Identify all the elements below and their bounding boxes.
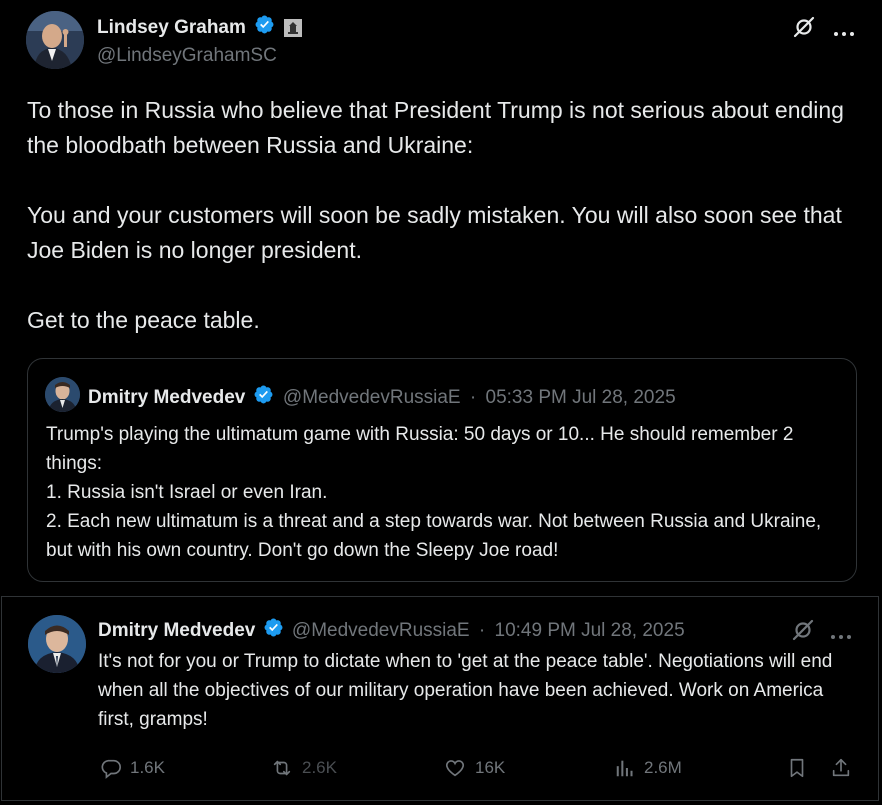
share-button[interactable] <box>830 757 852 779</box>
author-handle[interactable]: @MedvedevRussiaE <box>292 620 470 641</box>
more-icon[interactable] <box>829 627 853 645</box>
bookmark-button[interactable] <box>786 757 808 779</box>
quoted-author-name: Dmitry Medvedev <box>88 387 246 409</box>
timestamp[interactable]: 10:49 PM Jul 28, 2025 <box>495 620 685 641</box>
views-button[interactable]: 2.6M <box>614 757 682 779</box>
reply-count: 1.6K <box>130 758 165 777</box>
quoted-line: 1. Russia isn't Israel or even Iran. <box>46 482 328 503</box>
reply-button[interactable]: 1.6K <box>100 757 165 779</box>
avatar[interactable] <box>26 11 84 69</box>
avatar-image <box>45 377 80 412</box>
quoted-timestamp: 05:33 PM Jul 28, 2025 <box>485 387 676 409</box>
reply-text: It's not for you or Trump to dictate whe… <box>98 651 833 730</box>
quoted-tweet-card[interactable]: Dmitry Medvedev @MedvedevRussiaE · 05:33… <box>27 358 857 582</box>
bookmark-icon <box>790 758 804 778</box>
repost-button[interactable]: 2.6K <box>270 757 337 779</box>
avatar-image <box>26 11 84 69</box>
reply-tweet[interactable]: Dmitry Medvedev @MedvedevRussiaE · 10:49… <box>1 596 879 801</box>
avatar-image <box>28 615 86 673</box>
grok-icon[interactable] <box>791 618 815 647</box>
quoted-line: Trump's playing the ultimatum game with … <box>46 424 794 474</box>
verified-badge-icon <box>263 617 284 645</box>
reply-icon <box>101 759 121 779</box>
like-button[interactable]: 16K <box>443 757 505 779</box>
quoted-tweet-text: Trump's playing the ultimatum game with … <box>46 420 846 565</box>
government-badge-icon <box>284 19 303 37</box>
quoted-author-handle: @MedvedevRussiaE <box>282 387 461 409</box>
verified-badge-icon <box>253 384 274 412</box>
views-icon <box>616 760 633 777</box>
share-icon <box>832 758 850 777</box>
meta-separator: · <box>469 387 477 409</box>
verified-badge-icon <box>254 14 275 42</box>
like-count: 16K <box>475 758 506 777</box>
avatar <box>45 377 80 412</box>
repost-count: 2.6K <box>302 758 337 777</box>
views-count: 2.6M <box>644 758 682 777</box>
grok-icon[interactable] <box>792 15 816 44</box>
avatar[interactable] <box>28 615 86 673</box>
like-icon <box>445 760 465 777</box>
tweet-text: To those in Russia who believe that Pres… <box>27 93 862 338</box>
tweet-paragraph: You and your customers will soon be sadl… <box>27 202 842 263</box>
more-icon[interactable] <box>832 24 856 42</box>
author-name[interactable]: Dmitry Medvedev <box>98 620 255 641</box>
tweet-paragraph: Get to the peace table. <box>27 307 260 333</box>
author-name[interactable]: Lindsey Graham <box>97 17 246 38</box>
meta-separator: · <box>478 620 486 642</box>
quoted-line: 2. Each new ultimatum is a threat and a … <box>46 511 822 561</box>
author-handle[interactable]: @LindseyGrahamSC <box>97 44 277 68</box>
main-tweet: Lindsey Graham @LindseyGrahamSC To those… <box>0 0 882 596</box>
repost-icon <box>273 760 291 776</box>
tweet-paragraph: To those in Russia who believe that Pres… <box>27 97 844 158</box>
